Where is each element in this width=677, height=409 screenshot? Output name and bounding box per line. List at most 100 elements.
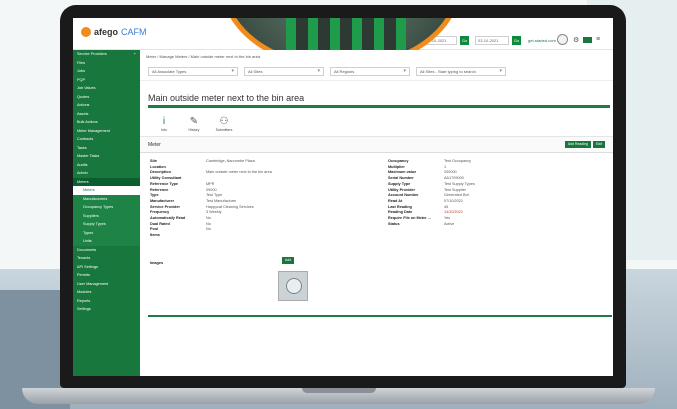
sidebar-item-types[interactable]: Types xyxy=(73,228,140,237)
filter-regions[interactable]: All Regions xyxy=(330,67,410,76)
sidebar-item-bulk-actions[interactable]: Bulk Actions xyxy=(73,118,140,127)
meter-section-header: Meter Add Reading Edit xyxy=(140,137,613,153)
detail-value: Main outside meter next to the bin area xyxy=(206,170,272,175)
menu-icon[interactable]: ≡ xyxy=(596,36,600,43)
sidebar-item-label: Jobs xyxy=(77,69,86,73)
detail-key: Items xyxy=(150,233,160,238)
edit-button[interactable]: Edit xyxy=(592,141,605,148)
sidebar-item-admin[interactable]: Admin xyxy=(73,169,140,178)
sidebar-item-audits[interactable]: Audits xyxy=(73,161,140,170)
sidebar-item-label: Bulk Actions xyxy=(77,120,98,124)
detail-value: No xyxy=(206,227,211,232)
sidebar-item-supply-types[interactable]: Supply Types xyxy=(73,220,140,229)
sidebar-item-label: Service Providers xyxy=(77,52,107,56)
sidebar-item-suppliers[interactable]: Suppliers xyxy=(73,211,140,220)
sidebar-item-label: Tasks xyxy=(77,145,87,150)
sidebar-item-reports[interactable]: Reports xyxy=(73,297,140,306)
sidebar-item-label: Permits xyxy=(77,273,90,277)
details-right-column: Occupancy Test Occupancy Multiplier 1 Maximu… xyxy=(388,159,475,227)
plus-icon: + xyxy=(133,52,136,56)
tab-info[interactable]: i Info xyxy=(154,116,174,132)
sidebar-item-occupancy-types[interactable]: Occupancy Types xyxy=(73,203,140,212)
detail-key: Status xyxy=(388,221,400,226)
sidebar-item-assets[interactable]: Assets xyxy=(73,110,140,119)
user-avatar[interactable] xyxy=(557,34,568,45)
sidebar-item-user-management[interactable]: User Management xyxy=(73,280,140,289)
filter-site-search[interactable]: All Sites - Start typing to search xyxy=(416,67,506,76)
sidebar-item-label: Types xyxy=(83,230,94,235)
sidebar-item-job-values[interactable]: Job Values xyxy=(73,84,140,93)
date-to-input[interactable]: 03-10-2021 xyxy=(475,36,509,45)
sidebar-item-label: Tenants xyxy=(77,256,91,260)
sidebar-item-jobs[interactable]: Jobs xyxy=(73,67,140,76)
notification-badge[interactable] xyxy=(583,37,592,43)
brand-suffix: CAFM xyxy=(121,27,147,37)
meter-image-thumbnail[interactable] xyxy=(278,271,308,301)
sidebar-item-label: Meter Management xyxy=(77,128,110,133)
sidebar-item-label: Suppliers xyxy=(83,213,99,218)
sidebar-item-units[interactable]: Units xyxy=(73,237,140,246)
sidebar-item-tasks[interactable]: Tasks xyxy=(73,144,140,153)
logo-icon xyxy=(81,27,91,37)
tab-label: History xyxy=(188,128,200,132)
section-actions: Add Reading Edit xyxy=(564,141,605,148)
details-left-column: Site Cambridge, Narcombe Plaza Location Des… xyxy=(150,159,272,239)
sidebar-item-label: Meters xyxy=(77,179,89,184)
sidebar-item-documents[interactable]: Documents xyxy=(73,246,140,255)
sidebar-item-label: Job Values xyxy=(77,86,96,90)
sidebar-item-label: Reports xyxy=(77,298,91,303)
sidebar-item-label: Contracts xyxy=(77,137,94,141)
sidebar-item-permits[interactable]: Permits xyxy=(73,271,140,280)
sidebar-item-service-providers[interactable]: Service Providers + xyxy=(73,50,140,59)
tab-label: Submitters xyxy=(215,128,233,132)
settings-icon[interactable]: ⚙ xyxy=(573,36,579,44)
laptop-notch xyxy=(302,388,376,393)
sidebar-item-label: Actions xyxy=(77,103,90,107)
sidebar-item-quotes[interactable]: Quotes xyxy=(73,93,140,102)
breadcrumb[interactable]: Meter / Manage Meters / Main outside met… xyxy=(140,50,613,63)
add-reading-button[interactable]: Add Reading xyxy=(564,141,591,148)
sidebar-item-meters[interactable]: Meters xyxy=(73,177,140,186)
content-footer-line xyxy=(148,315,612,317)
filter-bar: All Associate Types All Sites All Region… xyxy=(140,63,613,81)
sidebar-item-label: Files xyxy=(77,60,86,65)
tab-history[interactable]: ✎ History xyxy=(184,116,204,132)
sidebar-item-actions[interactable]: Actions xyxy=(73,101,140,110)
sidebar-item-label: Meters xyxy=(83,188,95,192)
sidebar-item-label: Admin xyxy=(77,171,88,175)
sidebar-item-files[interactable]: Files xyxy=(73,59,140,68)
sidebar-item-label: Modules xyxy=(77,290,92,294)
sidebar-item-contracts[interactable]: Contracts xyxy=(73,135,140,144)
sidebar-item-api-settings[interactable]: API Settings xyxy=(73,263,140,272)
sidebar-item-pqp[interactable]: PQP xyxy=(73,76,140,85)
sidebar-item-label: Audits xyxy=(77,162,88,167)
sidebar-item-settings[interactable]: Settings xyxy=(73,305,140,314)
detail-row: Items xyxy=(150,233,272,239)
detail-value: Test Occupancy xyxy=(444,159,472,163)
page-title: Main outside meter next to the bin area xyxy=(148,93,305,103)
filter-associate-types[interactable]: All Associate Types xyxy=(148,67,238,76)
sidebar-item-manufacturers[interactable]: Manufacturers xyxy=(73,194,140,203)
app-logo[interactable]: afego CAFM xyxy=(81,27,147,37)
laptop-screen: afego CAFM Site: Quick Actions 02-10-202… xyxy=(73,18,613,376)
users-icon: ⚇ xyxy=(219,116,229,127)
sidebar-item-meter-management[interactable]: Meter Management xyxy=(73,127,140,136)
section-label: Meter xyxy=(148,141,161,148)
sidebar-item-tenants[interactable]: Tenants xyxy=(73,254,140,263)
detail-value: Active xyxy=(444,221,455,226)
info-icon: i xyxy=(162,116,166,127)
add-image-button[interactable]: Add xyxy=(282,257,294,264)
sidebar-item-master-tasks[interactable]: Master Tasks xyxy=(73,152,140,161)
go-button-2[interactable]: Go xyxy=(512,36,521,45)
sidebar: Service Providers + Files Jobs PQP Job Values… xyxy=(73,50,140,376)
go-button[interactable]: Go xyxy=(460,36,469,45)
sidebar-item-label: Units xyxy=(83,239,92,243)
sidebar-item-label: User Management xyxy=(77,281,109,286)
sidebar-item-meters[interactable]: Meters xyxy=(73,186,140,195)
support-link[interactable]: get-started.com xyxy=(528,38,556,43)
tab-submitters[interactable]: ⚇ Submitters xyxy=(214,116,234,132)
sidebar-item-label: API Settings xyxy=(77,264,98,269)
tab-bar: i Info ✎ History ⚇ Submitters xyxy=(140,108,613,137)
sidebar-item-modules[interactable]: Modules xyxy=(73,288,140,297)
filter-sites[interactable]: All Sites xyxy=(244,67,324,76)
